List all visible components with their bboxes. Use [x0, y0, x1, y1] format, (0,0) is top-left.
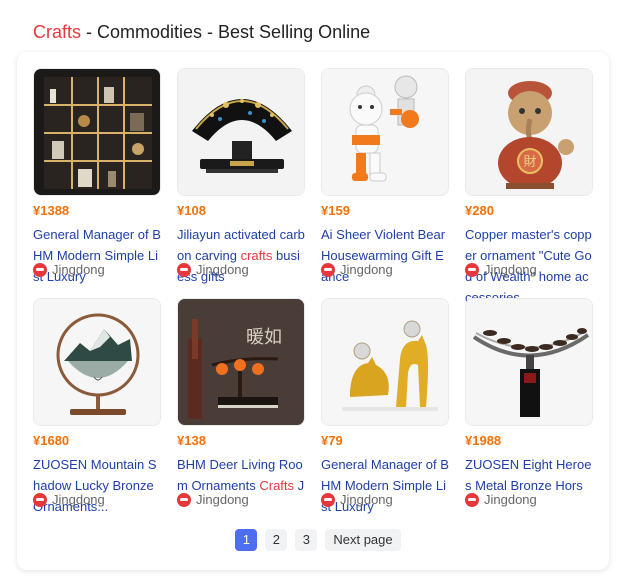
svg-text:財: 財	[523, 155, 536, 170]
shop-label[interactable]: Jingdong	[465, 262, 537, 277]
product-item[interactable]: ¥79 General Manager of BHM Modern Simple…	[321, 298, 449, 514]
product-item[interactable]: 財 ¥280 Copper master's copper ornament "…	[465, 68, 593, 305]
product-item[interactable]: ¥1388 General Manager of BHM Modern Simp…	[33, 68, 161, 284]
jingdong-logo-icon	[321, 492, 335, 507]
shop-label[interactable]: Jingdong	[465, 492, 537, 507]
shop-name: Jingdong	[484, 492, 537, 507]
product-name-link[interactable]: Ai Sheer Violent Bear Housewarming Gift …	[321, 224, 449, 284]
next-page-button[interactable]: Next page	[325, 529, 401, 551]
product-name-link[interactable]: General Manager of BHM Modern Simple Li …	[321, 454, 449, 514]
page-2-button[interactable]: 2	[265, 529, 288, 551]
product-card-panel: ¥1388 General Manager of BHM Modern Simp…	[17, 52, 609, 570]
product-name-link[interactable]: ZUOSEN Mountain Shadow Lucky Bronze Orna…	[33, 454, 161, 514]
shop-label[interactable]: Jingdong	[33, 262, 105, 277]
product-item[interactable]: ¥1988 ZUOSEN Eight Heroes Metal Bronze H…	[465, 298, 593, 507]
mountain-ring-image[interactable]	[33, 298, 161, 426]
jingdong-logo-icon	[465, 262, 479, 277]
shop-name: Jingdong	[196, 492, 249, 507]
product-price: ¥159	[321, 203, 350, 218]
persimmon-image[interactable]: 暖如	[177, 298, 305, 426]
product-name-link[interactable]: BHM Deer Living Room Ornaments Crafts J	[177, 454, 305, 496]
product-price: ¥138	[177, 433, 206, 448]
jingdong-logo-icon	[465, 492, 479, 507]
product-item[interactable]: ¥108 Jiliayun activated carbon carving c…	[177, 68, 305, 284]
shop-label[interactable]: Jingdong	[177, 492, 249, 507]
page-3-button[interactable]: 3	[295, 529, 318, 551]
product-price: ¥79	[321, 433, 343, 448]
product-name-link[interactable]: General Manager of BHM Modern Simple Li …	[33, 224, 161, 284]
title-rest: - Commodities - Best Selling Online	[81, 22, 371, 42]
product-item[interactable]: ¥1680 ZUOSEN Mountain Shadow Lucky Bronz…	[33, 298, 161, 514]
jingdong-logo-icon	[33, 492, 47, 507]
wealth-god-image[interactable]: 財	[465, 68, 593, 196]
page-1-button[interactable]: 1	[235, 529, 258, 551]
product-price: ¥1988	[465, 433, 502, 448]
page-title: Crafts - Commodities - Best Selling Onli…	[33, 22, 370, 43]
product-name-link[interactable]: ZUOSEN Eight Heroes Metal Bronze Hors	[465, 454, 593, 496]
product-price: ¥108	[177, 203, 206, 218]
shop-name: Jingdong	[340, 492, 393, 507]
product-name-link[interactable]: Jiliayun activated carbon carving crafts…	[177, 224, 305, 284]
product-price: ¥1388	[33, 203, 70, 218]
horses-sculpture-image[interactable]	[465, 298, 593, 426]
product-price: ¥1680	[33, 433, 70, 448]
product-item[interactable]: 暖如 ¥138 BHM Deer Living Room Ornaments C…	[177, 298, 305, 507]
shop-label[interactable]: Jingdong	[177, 262, 249, 277]
shop-label[interactable]: Jingdong	[321, 262, 393, 277]
product-name-link[interactable]: Copper master's copper ornament "Cute Go…	[465, 224, 593, 305]
product-item[interactable]: ¥159 Ai Sheer Violent Bear Housewarming …	[321, 68, 449, 284]
bear-figure-image[interactable]	[321, 68, 449, 196]
jingdong-logo-icon	[321, 262, 335, 277]
shop-name: Jingdong	[484, 262, 537, 277]
svg-text:暖如: 暖如	[246, 327, 282, 348]
bookshelf-image[interactable]	[33, 68, 161, 196]
fan-screen-image[interactable]	[177, 68, 305, 196]
shop-label[interactable]: Jingdong	[33, 492, 105, 507]
title-keyword[interactable]: Crafts	[33, 22, 81, 42]
jingdong-logo-icon	[177, 262, 191, 277]
shop-name: Jingdong	[196, 262, 249, 277]
shop-name: Jingdong	[52, 262, 105, 277]
jingdong-logo-icon	[177, 492, 191, 507]
shop-name: Jingdong	[52, 492, 105, 507]
jingdong-logo-icon	[33, 262, 47, 277]
gold-deer-image[interactable]	[321, 298, 449, 426]
pagination: 1 2 3 Next page	[0, 529, 636, 551]
product-price: ¥280	[465, 203, 494, 218]
shop-label[interactable]: Jingdong	[321, 492, 393, 507]
shop-name: Jingdong	[340, 262, 393, 277]
